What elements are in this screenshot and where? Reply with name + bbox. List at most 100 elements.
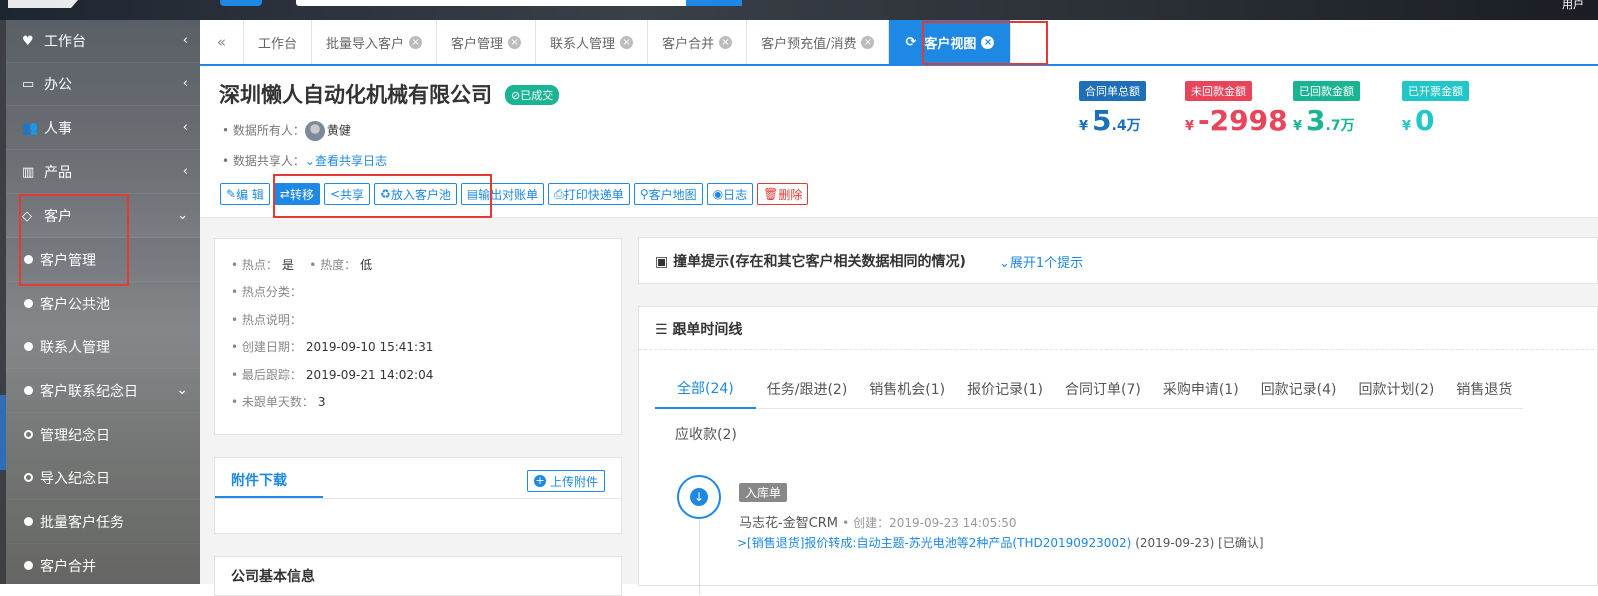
expand-collision-link[interactable]: ⌄展开1个提示 [999,252,1083,271]
sidebar-item-product[interactable]: ▥ 产品 ‹ [6,151,200,194]
share-line: • 数据共享人：⌄查看共享日志 [222,154,387,168]
entry-type-badge: 入库单 [739,483,788,502]
edit-button[interactable]: ✎ 编 辑 [220,183,270,205]
sidebar-item-label: 人事 [44,121,72,137]
tab-all[interactable]: 全部(24) [655,369,756,409]
stat-unpaid: 未回款金额 ¥ -2998 [1185,81,1288,143]
sidebar-subitem-manage-anniversary[interactable]: 管理纪念日 [6,413,200,456]
list-icon: ☰ [655,322,668,338]
collision-card: ▣ 撞单提示(存在和其它客户相关数据相同的情况) ⌄展开1个提示 [638,237,1598,284]
share-button[interactable]: < 共享 [323,183,371,205]
heart-icon: ♥ [22,33,34,49]
circle-icon [24,473,33,482]
chevron-left-icon: ‹ [182,164,188,179]
tab-contracts[interactable]: 合同订单(7) [1054,369,1152,409]
customer-info-card: • 热点：是 • 热度：低 • 热点分类： • 热点说明： • 创建日期： 201… [214,238,622,435]
tab-batch-import[interactable]: 批量导入客户 × [312,20,438,64]
log-button[interactable]: ◉ 日志 [706,183,754,205]
tab-customer-management[interactable]: 客户管理 × [437,20,537,64]
tab-receivables[interactable]: 应收款(2) [655,414,757,454]
tab-prepaid[interactable]: 客户预充值/消费 × [747,20,890,64]
sidebar-item-label: 客户 [44,209,72,225]
tab-purchase[interactable]: 采购申请(1) [1151,369,1250,409]
sidebar-item-workbench[interactable]: ♥ 工作台 ‹ [6,20,200,63]
share-icon: < [329,187,341,201]
search-button[interactable] [686,0,742,6]
edit-icon: ✎ [226,187,237,201]
close-icon[interactable]: × [508,35,522,49]
stat-invoiced: 已开票金额 ¥0 [1402,81,1469,143]
stat-paid: 已回款金额 ¥3.7万 [1293,81,1360,143]
close-icon[interactable]: × [861,35,875,49]
sidebar-subitem-import-anniversary[interactable]: 导入纪念日 [6,456,200,499]
diamond-icon: ◇ [22,208,32,224]
close-icon[interactable]: × [981,35,995,49]
close-icon[interactable]: × [409,35,423,49]
recycle-icon: ♻ [380,187,391,201]
chevron-left-icon: ‹ [182,76,188,91]
arrow-down-icon: ↓ [690,488,708,506]
tab-quotes[interactable]: 报价记录(1) [956,369,1054,409]
sidebar-subitem-customer-management[interactable]: 客户管理 [6,238,200,281]
owner-line: • 数据所有人： 黄健 [222,121,351,141]
statement-icon: ▤ [466,187,479,201]
delete-button[interactable]: 🗑 删除 [757,183,809,205]
laptop-icon: ▭ [22,76,35,92]
transfer-button[interactable]: ⇄ 转移 [273,183,320,205]
robot-icon: ▣ [655,254,669,270]
customer-map-button[interactable]: ⚲ 客户地图 [633,183,703,205]
sidebar-subitem-anniversary[interactable]: 客户联系纪念日 ⌄ [6,369,200,412]
tab-tasks[interactable]: 任务/跟进(2) [755,369,859,409]
sidebar-subitem-contacts[interactable]: 联系人管理 [6,325,200,368]
circle-icon [24,430,33,439]
sidebar-item-customer[interactable]: ◇ 客户 ⌄ [6,195,200,238]
timeline-tabs: 全部(24) 任务/跟进(2) 销售机会(1) 报价记录(1) 合同订单(7) … [655,369,1524,409]
tab-customer-view[interactable]: ⟳ 客户视图 × [889,20,1012,64]
created-row: • 创建日期： 2019-09-10 15:41:31 [231,340,434,354]
menu-toggle-button[interactable] [220,0,262,6]
dot-icon [24,386,33,395]
sidebar-item-label: 办公 [44,77,72,93]
company-name: 深圳懒人自动化机械有限公司 [219,83,492,107]
tab-workbench[interactable]: 工作台 [244,20,313,64]
company-info-title: 公司基本信息 [231,569,315,585]
tab-opportunities[interactable]: 销售机会(1) [858,369,957,409]
sidebar-subitem-batch-task[interactable]: 批量客户任务 [6,500,200,543]
entry-link[interactable]: >[销售退货]报价转成:自动主题-苏光电池等2种产品(THD2019092300… [737,536,1131,550]
customer-header: 深圳懒人自动化机械有限公司 ⊘已成交 • 数据所有人： 黄健 • 数据共享人：⌄查… [200,66,1598,218]
tab-attachments[interactable]: 附件下载 [231,470,287,490]
refresh-icon[interactable]: ⟳ [905,35,916,50]
close-icon[interactable]: × [719,35,733,49]
company-info-card: 公司基本信息 [214,556,622,596]
print-waybill-button[interactable]: ⎙ 打印快递单 [548,183,630,205]
sidebar-subitem-merge[interactable]: 客户合并 [6,544,200,584]
sidebar-item-office[interactable]: ▭ 办公 ‹ [6,63,200,106]
move-to-pool-button[interactable]: ♻ 放入客户池 [374,183,457,205]
sidebar-item-label: 产品 [44,165,72,181]
export-statement-button[interactable]: ▤ 输出对账单 [460,183,545,205]
timeline-node: ↓ [677,475,721,519]
tab-customer-merge[interactable]: 客户合并 × [648,20,748,64]
no-follow-days-row: • 未跟单天数： 3 [231,395,326,409]
search-input[interactable] [296,0,686,6]
close-icon[interactable]: × [620,35,634,49]
avatar [304,121,325,141]
tab-scroll-left-icon[interactable]: « [200,20,244,64]
share-log-link[interactable]: ⌄查看共享日志 [305,154,387,168]
logo [8,0,78,8]
sidebar-subitem-customer-pool[interactable]: 客户公共池 [6,282,200,325]
upload-attachment-button[interactable]: + 上传附件 [526,470,605,492]
tab-payment-plans[interactable]: 回款计划(2) [1347,369,1446,409]
timeline-card: ☰ 跟单时间线 全部(24) 任务/跟进(2) 销售机会(1) 报价记录(1) … [638,306,1598,595]
tab-payments[interactable]: 回款记录(4) [1249,369,1348,409]
users-icon: 👥 [22,120,39,136]
tab-sales-returns[interactable]: 销售退货 [1445,369,1524,409]
action-bar: ✎ 编 辑 ⇄ 转移 < 共享 ♻ 放入客户池 ▤ 输出对账单 ⎙ 打印快递单 ⚲ 客户地图 … [220,183,809,205]
user-name[interactable]: 用户 [1562,0,1584,12]
tab-contacts[interactable]: 联系人管理 × [536,20,649,64]
sidebar-item-hr[interactable]: 👥 人事 ‹ [6,107,200,150]
dot-icon [24,517,33,526]
top-header: 用户 [0,0,1598,20]
sidebar-item-label: 工作台 [44,34,86,50]
status-badge: ⊘已成交 [505,85,560,105]
